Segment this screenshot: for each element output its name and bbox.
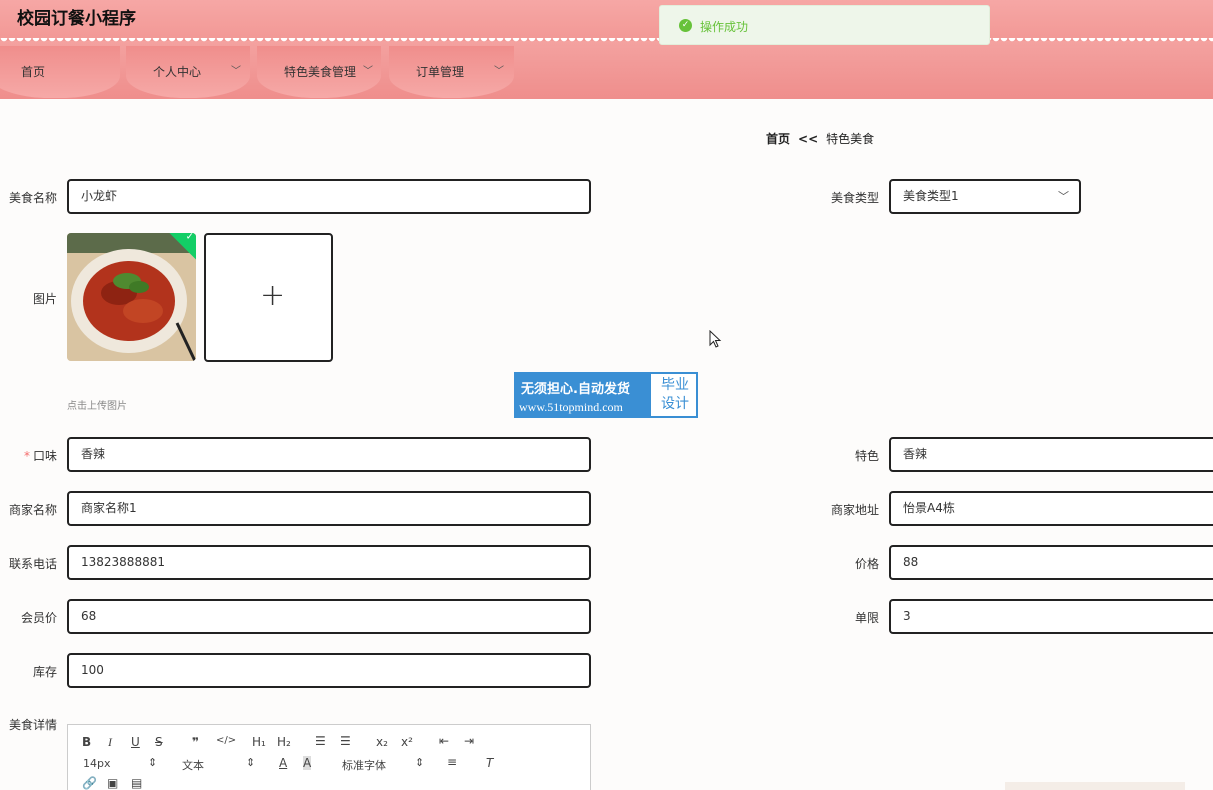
- watermark-line2: www.51topmind.com: [519, 400, 623, 414]
- food-name-label: 美食名称: [8, 191, 57, 205]
- header-arrows-icon: ⇕: [246, 756, 256, 769]
- italic-icon[interactable]: I: [108, 735, 112, 750]
- indent-icon[interactable]: ⇥: [464, 734, 474, 748]
- success-toast: ✓ 操作成功: [659, 5, 990, 45]
- app: 校园订餐小程序 首页 个人中心 ﹀ 特色美食管理 ﹀ 订单管理 ﹀ ✓ 操作成功…: [0, 0, 1213, 790]
- stock-label: 库存: [32, 665, 57, 679]
- taste-label: * 口味: [0, 447, 57, 464]
- image-upload-button[interactable]: +: [204, 233, 333, 362]
- merchant-address-label: 商家地址: [830, 503, 879, 517]
- check-icon: ✓: [185, 233, 194, 243]
- chevron-down-icon: ﹀: [494, 66, 504, 77]
- heading2-icon[interactable]: H₂: [277, 735, 291, 749]
- details-label: 美食详情: [8, 718, 57, 732]
- phone-input[interactable]: 13823888881: [67, 545, 591, 580]
- background-color-icon[interactable]: A: [303, 756, 312, 770]
- watermark-right: 毕业 设计: [656, 376, 694, 414]
- superscript-icon[interactable]: x²: [401, 735, 413, 749]
- rich-text-editor[interactable]: B I U S ❞ </> H₁ H₂ ☰ ☰ x₂ x² ⇤ ⇥ 14px ⇕…: [67, 724, 591, 790]
- food-type-value: 美食类型1: [903, 189, 959, 203]
- chevron-down-icon: ﹀: [363, 66, 373, 77]
- bold-icon[interactable]: B: [82, 735, 91, 749]
- crayfish-image: [67, 233, 196, 361]
- font-family-select[interactable]: 标准字体: [342, 757, 386, 773]
- food-name-input[interactable]: 小龙虾: [67, 179, 591, 214]
- taste-input[interactable]: 香辣: [67, 437, 591, 472]
- feature-label: 特色: [854, 449, 879, 463]
- font-family-arrows-icon: ⇕: [415, 756, 425, 769]
- app-title: 校园订餐小程序: [17, 9, 136, 29]
- code-icon[interactable]: </>: [216, 735, 236, 746]
- member-price-label: 会员价: [20, 611, 57, 625]
- watermark-line1: 无须担心.自动发货: [521, 382, 630, 397]
- watermark-right1: 毕业: [661, 377, 689, 393]
- outdent-icon[interactable]: ⇤: [439, 734, 449, 748]
- nav-tab-label: 订单管理: [416, 65, 465, 79]
- nav-tab-label: 个人中心: [153, 65, 202, 79]
- feature-input[interactable]: 香辣: [889, 437, 1213, 472]
- font-size-select[interactable]: 14px: [83, 757, 111, 770]
- taste-label-text: 口味: [32, 449, 57, 463]
- food-type-label: 美食类型: [830, 191, 879, 205]
- food-photo[interactable]: ✓: [67, 233, 196, 361]
- chevron-down-icon: ﹀: [1058, 190, 1069, 203]
- breadcrumb-current: 特色美食: [826, 132, 875, 146]
- strikethrough-icon[interactable]: S: [155, 735, 163, 749]
- title-bar: 校园订餐小程序: [0, 0, 1213, 41]
- mouse-cursor-icon: [709, 330, 722, 348]
- merchant-name-input[interactable]: 商家名称1: [67, 491, 591, 526]
- image-label: 图片: [32, 292, 57, 306]
- quote-icon[interactable]: ❞: [192, 735, 199, 749]
- limit-label: 单限: [854, 611, 879, 625]
- underline-icon[interactable]: U: [131, 735, 140, 749]
- link-icon[interactable]: 🔗: [82, 776, 97, 790]
- breadcrumb: 首页 << 特色美食: [766, 130, 874, 147]
- plus-icon: +: [260, 278, 286, 313]
- header: 校园订餐小程序 首页 个人中心 ﹀ 特色美食管理 ﹀ 订单管理 ﹀: [0, 0, 1213, 99]
- toast-message: 操作成功: [700, 20, 749, 34]
- align-icon[interactable]: ≡: [447, 755, 457, 769]
- watermark-left: 无须担心.自动发货 www.51topmind.com: [516, 374, 651, 416]
- success-check-icon: ✓: [679, 19, 692, 32]
- food-type-select[interactable]: 美食类型1 ﹀: [889, 179, 1081, 214]
- nav-tab-personal-center[interactable]: 个人中心 ﹀: [126, 46, 250, 98]
- video-icon[interactable]: ▤: [131, 776, 142, 790]
- member-price-input[interactable]: 68: [67, 599, 591, 634]
- watermark-right2: 设计: [661, 396, 689, 412]
- upload-hint: 点击上传图片: [67, 401, 127, 412]
- price-label: 价格: [854, 557, 879, 571]
- breadcrumb-home[interactable]: 首页: [766, 132, 790, 146]
- nav-tab-food-management[interactable]: 特色美食管理 ﹀: [257, 46, 381, 98]
- nav-tab-label: 首页: [21, 65, 46, 79]
- ordered-list-icon[interactable]: ☰: [315, 734, 326, 748]
- watermark-badge: 无须担心.自动发货 www.51topmind.com 毕业 设计: [514, 372, 698, 418]
- limit-input[interactable]: 3: [889, 599, 1213, 634]
- nav-tab-order-management[interactable]: 订单管理 ﹀: [389, 46, 514, 98]
- subscript-icon[interactable]: x₂: [376, 735, 388, 749]
- text-color-icon[interactable]: A: [279, 756, 287, 770]
- font-size-arrows-icon: ⇕: [148, 756, 158, 769]
- nav-tab-home[interactable]: 首页: [0, 46, 120, 98]
- chevron-down-icon: ﹀: [231, 66, 241, 77]
- nav-tab-label: 特色美食管理: [284, 65, 357, 79]
- breadcrumb-separator: <<: [798, 132, 819, 146]
- header-select[interactable]: 文本: [182, 757, 204, 773]
- scallop-border: [0, 38, 1213, 46]
- price-input[interactable]: 88: [889, 545, 1213, 580]
- phone-label: 联系电话: [8, 557, 57, 571]
- clear-format-icon[interactable]: T: [486, 756, 493, 770]
- faint-logo: [1005, 782, 1185, 790]
- stock-input[interactable]: 100: [67, 653, 591, 688]
- merchant-name-label: 商家名称: [8, 503, 57, 517]
- bullet-list-icon[interactable]: ☰: [340, 734, 351, 748]
- heading1-icon[interactable]: H₁: [252, 735, 266, 749]
- required-asterisk: *: [23, 449, 30, 463]
- image-icon[interactable]: ▣: [107, 776, 118, 790]
- merchant-address-input[interactable]: 怡景A4栋: [889, 491, 1213, 526]
